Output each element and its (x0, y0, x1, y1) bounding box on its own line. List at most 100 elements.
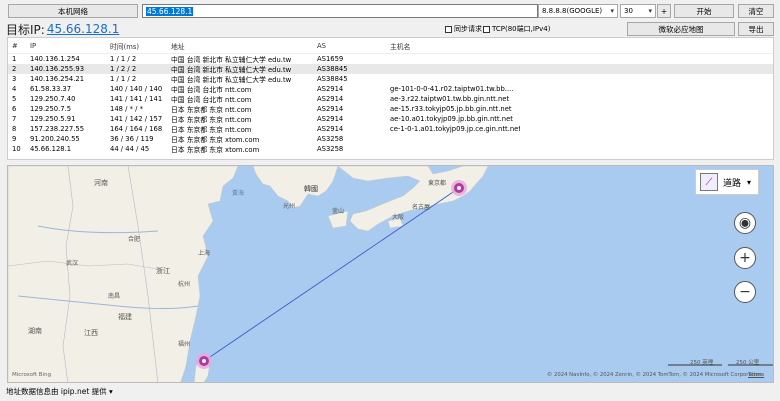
status-bar[interactable]: 地址数据信息由 ipip.net 提供 ▾ (6, 384, 113, 398)
col-header-time[interactable]: 时间(ms) (110, 41, 171, 51)
dns-select[interactable]: 8.8.8.8(GOOGLE) ▾ (538, 4, 618, 18)
map-style-button[interactable]: ⟋ 道路 ▾ (695, 169, 759, 195)
hop-marker-destination[interactable] (451, 180, 467, 196)
scale-km: 250 公里 (736, 360, 760, 366)
route-map[interactable]: 韓國 釜山 光州 大阪 名古屋 東京都 黃海 上海 杭州 福州 南昌 合肥 武汉… (7, 165, 774, 383)
cell-address: 日本 东京都 东京 xtom.com (171, 136, 260, 144)
table-row[interactable]: 2 140.136.255.93 1 / 2 / 2 中国 台湾 新北市 私立辅仁大学… (8, 64, 773, 74)
table-row[interactable]: 8 157.238.227.55 164 / 164 / 168 日本 东京都 东京 … (8, 124, 773, 134)
cell-hostname: ae-15.r33.tokyjp05.jp.bb.gin.ntt.net (390, 105, 512, 113)
map-label-zhejiang: 浙江 (156, 267, 170, 275)
map-label-hunan: 湖南 (28, 327, 42, 335)
checkbox-box[interactable] (445, 25, 452, 33)
scale-miles: 250 英哩 (690, 360, 714, 366)
cell-ip: 129.250.5.91 (30, 115, 76, 123)
col-header-hostname[interactable]: 主机名 (390, 41, 520, 51)
export-button[interactable]: 导出 (738, 22, 774, 36)
map-label-nanchang: 南昌 (108, 293, 121, 300)
cell-ip: 129.250.7.40 (30, 95, 76, 103)
hops-table: # IP 时间(ms) 地址 AS 主机名 1 140.136.1.254 1 / … (7, 37, 774, 160)
cell-as: AS2914 (317, 105, 344, 113)
clear-button[interactable]: 清空 (738, 4, 774, 18)
status-text: 地址数据信息由 ipip.net 提供 ▾ (6, 386, 113, 396)
bing-logo: Microsoft Bing (12, 372, 52, 378)
table-header: # IP 时间(ms) 地址 AS 主机名 (8, 38, 773, 54)
cell-address: 中国 台湾 新北市 私立辅仁大学 edu.tw (171, 56, 292, 64)
cell-index: 8 (12, 125, 17, 133)
cell-index: 1 (12, 55, 17, 63)
cell-as: AS2914 (317, 95, 344, 103)
map-label-hangzhou: 杭州 (178, 281, 191, 288)
table-row[interactable]: 10 45.66.128.1 44 / 44 / 45 日本 东京都 东京 xtom.… (8, 144, 773, 154)
cell-time: 140 / 140 / 140 (110, 85, 163, 93)
sync-request-checkbox[interactable]: 同步请求 (445, 24, 482, 34)
cell-as: AS38845 (317, 65, 348, 73)
cell-ip: 140.136.254.21 (30, 75, 85, 83)
cell-as: AS2914 (317, 115, 344, 123)
locate-me-button[interactable]: ◉ (734, 212, 756, 234)
cell-index: 2 (12, 65, 17, 73)
zoom-out-button[interactable]: − (734, 281, 756, 303)
cell-index: 9 (12, 135, 17, 143)
cell-as: AS2914 (317, 125, 344, 133)
table-row[interactable]: 5 129.250.7.40 141 / 141 / 141 中国 台湾 台北市 nt… (8, 94, 773, 104)
cell-address: 日本 东京都 东京 ntt.com (171, 126, 252, 134)
map-label-guangzhou: 光州 (283, 203, 296, 210)
map-copyright: © 2024 NavInfo, © 2024 Zenrin, © 2024 To… (547, 372, 762, 378)
cell-index: 7 (12, 115, 17, 123)
map-label-wuhan: 武汉 (66, 260, 79, 267)
target-icon: ◉ (738, 215, 752, 231)
cell-index: 5 (12, 95, 17, 103)
target-label: 目标IP: (6, 22, 45, 37)
map-label-henan: 河南 (94, 179, 108, 187)
terms-link[interactable]: Terms (748, 372, 764, 378)
map-label-shanghai: 上海 (198, 250, 211, 257)
cell-as: AS3258 (317, 145, 344, 153)
cell-as: AS3258 (317, 135, 344, 143)
cell-hostname: ae-3.r22.taiptw01.tw.bb.gin.ntt.net (390, 95, 510, 103)
checkbox-box[interactable] (483, 25, 490, 33)
cell-time: 1 / 1 / 2 (110, 75, 137, 83)
map-label-tokyo: 東京都 (428, 180, 447, 187)
table-row[interactable]: 1 140.136.1.254 1 / 1 / 2 中国 台湾 新北市 私立辅仁大学 … (8, 54, 773, 64)
table-row[interactable]: 6 129.250.7.5 148 / * / * 日本 东京都 东京 ntt.com… (8, 104, 773, 114)
add-button[interactable]: + (657, 4, 671, 18)
cell-time: 1 / 2 / 2 (110, 65, 137, 73)
map-canvas (8, 166, 773, 382)
cell-address: 日本 东京都 东京 ntt.com (171, 106, 252, 114)
bing-map-button[interactable]: 微软必应地图 (627, 22, 735, 36)
zoom-in-button[interactable]: + (734, 247, 756, 269)
target-input[interactable]: 45.66.128.1 (142, 4, 538, 18)
map-label-fujian: 福建 (118, 313, 132, 321)
tcp-checkbox[interactable]: TCP(80端口,IPv4) (483, 24, 550, 34)
cell-time: 44 / 44 / 45 (110, 145, 150, 153)
col-header-address[interactable]: 地址 (171, 41, 317, 51)
chevron-down-icon: ▾ (610, 7, 614, 15)
col-header-ip[interactable]: IP (30, 42, 110, 50)
cell-ip: 157.238.227.55 (30, 125, 85, 133)
table-row[interactable]: 3 140.136.254.21 1 / 1 / 2 中国 台湾 新北市 私立辅仁大学… (8, 74, 773, 84)
map-label-hefei: 合肥 (128, 236, 141, 243)
cell-index: 4 (12, 85, 17, 93)
col-header-index[interactable]: # (8, 42, 30, 50)
table-row[interactable]: 4 61.58.33.37 140 / 140 / 140 中国 台湾 台北市 ntt… (8, 84, 773, 94)
max-hops-select[interactable]: 30 ▾ (620, 4, 656, 18)
cell-index: 6 (12, 105, 17, 113)
cell-address: 中国 台湾 台北市 ntt.com (171, 96, 252, 104)
cell-hostname: ce-1-0-1.a01.tokyjp09.jp.ce.gin.ntt.net (390, 125, 520, 133)
local-network-button[interactable]: 本机网络 (8, 4, 138, 18)
hop-marker-origin[interactable] (196, 353, 212, 369)
map-label-yellow-sea: 黃海 (232, 190, 245, 197)
map-style-icon: ⟋ (700, 173, 718, 191)
table-row[interactable]: 7 129.250.5.91 141 / 142 / 157 日本 东京都 东京 nt… (8, 114, 773, 124)
plus-icon: + (739, 250, 751, 266)
cell-index: 3 (12, 75, 17, 83)
col-header-as[interactable]: AS (317, 42, 390, 50)
table-row[interactable]: 9 91.200.240.55 36 / 36 / 119 日本 东京都 东京 xto… (8, 134, 773, 144)
cell-address: 日本 东京都 东京 xtom.com (171, 146, 260, 154)
target-ip-link[interactable]: 45.66.128.1 (47, 22, 120, 36)
cell-time: 1 / 1 / 2 (110, 55, 137, 63)
start-button[interactable]: 开始 (674, 4, 734, 18)
cell-time: 148 / * / * (110, 105, 143, 113)
cell-hostname: ae-10.a01.tokyjp09.jp.bb.gin.ntt.net (390, 115, 513, 123)
